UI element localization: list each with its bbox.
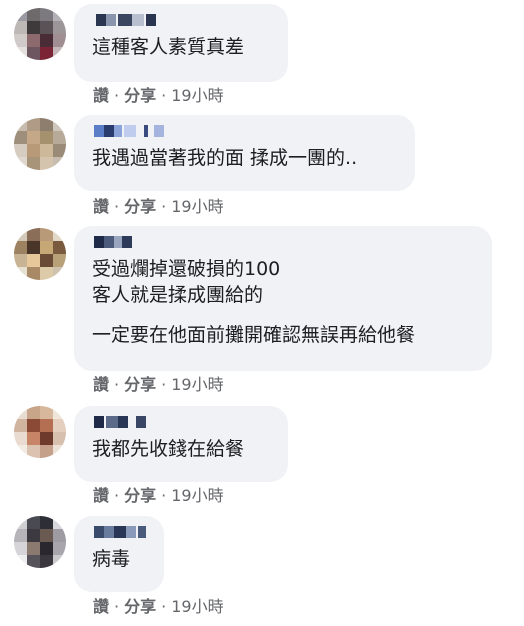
like-link[interactable]: 讚	[93, 197, 109, 216]
comment-bubble: 病毒	[74, 516, 164, 592]
timestamp-link[interactable]: 19小時	[171, 197, 223, 216]
comment-actions: 讚 · 分享 · 19小時	[93, 197, 224, 217]
comment-text: 這種客人素質真差	[92, 36, 245, 58]
like-link[interactable]: 讚	[93, 375, 109, 394]
pixelated-avatar-icon[interactable]	[14, 118, 66, 170]
comment-actions: 讚 · 分享 · 19小時	[93, 597, 224, 617]
comment-bubble: 這種客人素質真差	[74, 4, 288, 82]
pixelated-name-redaction[interactable]	[92, 526, 148, 540]
comment-actions: 讚 · 分享 · 19小時	[93, 86, 224, 106]
separator: ·	[161, 486, 167, 505]
comment-actions: 讚 · 分享 · 19小時	[93, 375, 224, 395]
share-link[interactable]: 分享	[124, 486, 156, 505]
pixelated-avatar-icon[interactable]	[14, 516, 66, 568]
pixelated-name-redaction[interactable]	[92, 416, 272, 430]
timestamp-link[interactable]: 19小時	[171, 86, 223, 105]
timestamp-link[interactable]: 19小時	[171, 375, 223, 394]
separator: ·	[114, 486, 120, 505]
separator: ·	[114, 197, 120, 216]
share-link[interactable]: 分享	[124, 86, 156, 105]
share-link[interactable]: 分享	[124, 597, 156, 616]
pixelated-avatar-icon[interactable]	[14, 228, 66, 280]
like-link[interactable]: 讚	[93, 86, 109, 105]
pixelated-name-redaction[interactable]	[92, 14, 272, 28]
comment-text: 我都先收錢在給餐	[92, 438, 245, 460]
separator: ·	[161, 197, 167, 216]
pixelated-avatar-icon[interactable]	[14, 8, 66, 60]
separator: ·	[161, 86, 167, 105]
separator: ·	[161, 375, 167, 394]
comment-text: 病毒	[92, 548, 131, 570]
pixelated-name-redaction[interactable]	[92, 236, 476, 250]
separator: ·	[114, 375, 120, 394]
timestamp-link[interactable]: 19小時	[171, 597, 223, 616]
comment-text: 我遇過當著我的面 揉成一團的..	[92, 147, 358, 169]
comment-bubble: 我遇過當著我的面 揉成一團的..	[74, 115, 415, 191]
pixelated-name-redaction[interactable]	[92, 125, 399, 139]
timestamp-link[interactable]: 19小時	[171, 486, 223, 505]
comment-text: 一定要在他面前攤開確認無誤再給他餐	[92, 324, 416, 346]
pixelated-avatar-icon[interactable]	[14, 406, 66, 458]
separator: ·	[114, 86, 120, 105]
separator: ·	[161, 597, 167, 616]
like-link[interactable]: 讚	[93, 597, 109, 616]
comment-actions: 讚 · 分享 · 19小時	[93, 486, 224, 506]
share-link[interactable]: 分享	[124, 197, 156, 216]
comment-bubble: 受過爛掉還破損的100 客人就是揉成團給的 一定要在他面前攤開確認無誤再給他餐	[74, 226, 492, 371]
like-link[interactable]: 讚	[93, 486, 109, 505]
share-link[interactable]: 分享	[124, 375, 156, 394]
comment-bubble: 我都先收錢在給餐	[74, 406, 288, 482]
comment-text: 受過爛掉還破損的100	[92, 258, 281, 280]
comment-text: 客人就是揉成團給的	[92, 284, 264, 306]
separator: ·	[114, 597, 120, 616]
